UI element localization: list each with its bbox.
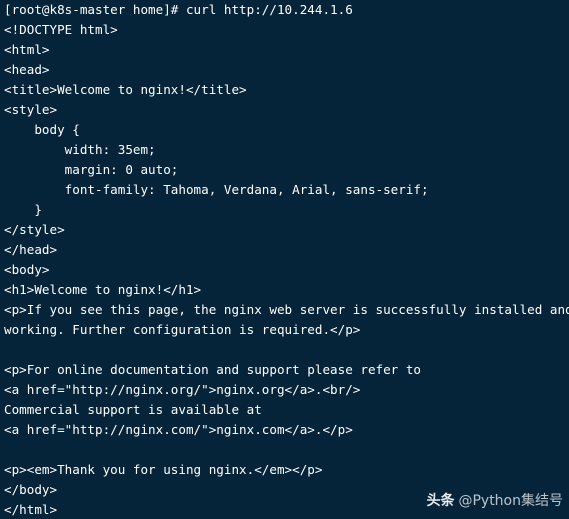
- terminal-line: <!DOCTYPE html>: [4, 22, 118, 37]
- terminal-line: <h1>Welcome to nginx!</h1>: [4, 282, 202, 297]
- terminal-line: <head>: [4, 62, 50, 77]
- terminal-line: </head>: [4, 242, 58, 257]
- terminal-line: }: [4, 202, 42, 217]
- terminal-line: working. Further configuration is requir…: [4, 322, 361, 337]
- terminal-line-prompt: [root@k8s-master home]# curl http://10.2…: [4, 2, 353, 17]
- watermark-handle: @Python集结号: [458, 493, 563, 509]
- watermark-brand: 头条: [426, 493, 455, 509]
- terminal-line: <title>Welcome to nginx!</title>: [4, 82, 247, 97]
- terminal-window[interactable]: [root@k8s-master home]# curl http://10.2…: [0, 0, 569, 519]
- terminal-line: <a href="http://nginx.org/">nginx.org</a…: [4, 382, 361, 397]
- terminal-line: </style>: [4, 222, 65, 237]
- terminal-line: <body>: [4, 262, 50, 277]
- terminal-line: <style>: [4, 102, 58, 117]
- terminal-line: width: 35em;: [4, 142, 156, 157]
- terminal-line: <p>For online documentation and support …: [4, 362, 422, 377]
- terminal-line: <p><em>Thank you for using nginx.</em></…: [4, 462, 323, 477]
- terminal-line: body {: [4, 122, 80, 137]
- terminal-line: <html>: [4, 42, 50, 57]
- terminal-line: Commercial support is available at: [4, 402, 262, 417]
- watermark: 头条 @Python集结号: [426, 491, 563, 511]
- terminal-line: <a href="http://nginx.com/">nginx.com</a…: [4, 422, 353, 437]
- terminal-line: font-family: Tahoma, Verdana, Arial, san…: [4, 182, 429, 197]
- terminal-line: margin: 0 auto;: [4, 162, 179, 177]
- terminal-output: [root@k8s-master home]# curl http://10.2…: [4, 0, 569, 519]
- terminal-line: <p>If you see this page, the nginx web s…: [4, 302, 569, 317]
